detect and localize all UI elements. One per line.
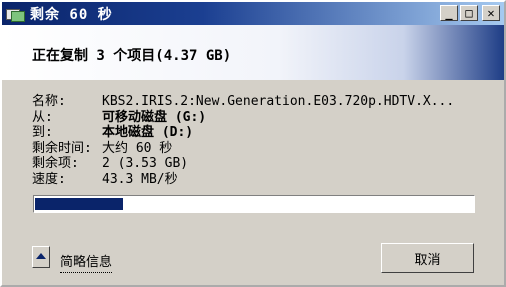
from-label: 从: xyxy=(32,109,53,125)
details-panel: 名称: KBS2.IRIS.2:New.Generation.E03.720p.… xyxy=(32,94,454,187)
minimize-button[interactable]: _ xyxy=(440,5,458,21)
time-left-value: 大约 60 秒 xyxy=(102,140,173,156)
items-left-label: 剩余项: xyxy=(32,156,79,171)
items-left-row: 剩余项: 2 (3.53 GB) xyxy=(32,156,454,172)
speed-label: 速度: xyxy=(32,171,66,187)
speed-value: 43.3 MB/秒 xyxy=(102,171,178,187)
items-left-value: 2 (3.53 GB) xyxy=(102,156,189,171)
cancel-button[interactable]: 取消 xyxy=(381,243,474,273)
title-bar[interactable]: 剩余 60 秒 _ □ ✕ xyxy=(2,2,504,25)
maximize-button[interactable]: □ xyxy=(460,5,478,21)
less-info-label[interactable]: 简略信息 xyxy=(60,251,113,273)
from-value[interactable]: 可移动磁盘 (G:) xyxy=(102,110,206,126)
progress-fill xyxy=(35,198,123,210)
window-title: 剩余 60 秒 xyxy=(30,6,113,23)
to-row: 到: 本地磁盘 (D:) xyxy=(32,125,454,141)
copy-progress-dialog: 剩余 60 秒 _ □ ✕ 正在复制 3 个项目(4.37 GB) 名称: KB… xyxy=(0,0,506,287)
to-label: 到: xyxy=(32,125,53,140)
less-info-toggle-button[interactable] xyxy=(32,246,50,268)
time-left-label: 剩余时间: xyxy=(32,140,92,156)
header-band: 正在复制 3 个项目(4.37 GB) xyxy=(2,25,504,80)
close-button[interactable]: ✕ xyxy=(482,5,500,21)
time-left-row: 剩余时间: 大约 60 秒 xyxy=(32,141,454,157)
window-controls: _ □ ✕ xyxy=(440,5,500,21)
copy-progress-bar xyxy=(33,195,475,213)
copy-status-heading: 正在复制 3 个项目(4.37 GB) xyxy=(32,48,232,64)
from-row: 从: 可移动磁盘 (G:) xyxy=(32,110,454,126)
copy-files-icon xyxy=(6,7,25,22)
name-label: 名称: xyxy=(32,94,66,109)
collapse-up-arrow-icon xyxy=(36,253,46,259)
to-value[interactable]: 本地磁盘 (D:) xyxy=(102,125,193,141)
speed-row: 速度: 43.3 MB/秒 xyxy=(32,172,454,188)
name-value: KBS2.IRIS.2:New.Generation.E03.720p.HDTV… xyxy=(102,94,455,109)
name-row: 名称: KBS2.IRIS.2:New.Generation.E03.720p.… xyxy=(32,94,454,110)
